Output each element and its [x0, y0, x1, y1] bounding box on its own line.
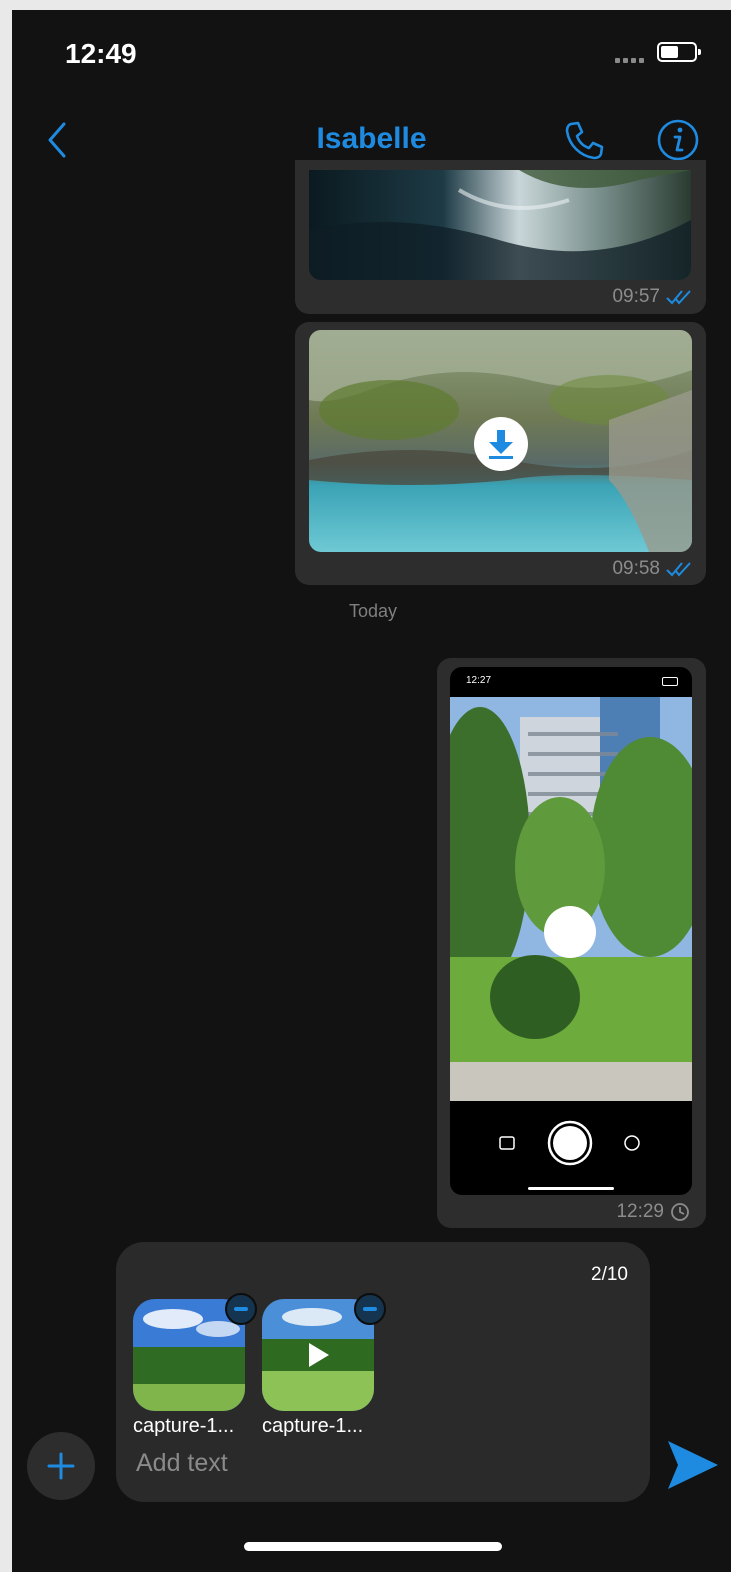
battery-icon: [657, 42, 701, 62]
home-indicator: [244, 1542, 502, 1551]
clock-icon: [671, 1203, 689, 1221]
image-thumbnail[interactable]: [309, 330, 692, 552]
attachment-item[interactable]: capture-1...: [262, 1293, 386, 1438]
message-input[interactable]: [136, 1449, 616, 1478]
message-time: 09:58: [612, 558, 660, 579]
send-button[interactable]: [666, 1438, 720, 1492]
message-bubble[interactable]: 12:27 12:29: [437, 658, 706, 1228]
camera-controls: [499, 1120, 640, 1190]
add-attachment-button[interactable]: [27, 1432, 95, 1500]
double-check-icon: [666, 562, 691, 577]
screenshot-thumbnail[interactable]: 12:27: [450, 667, 692, 1195]
message-time: 12:29: [616, 1201, 664, 1222]
status-time: 12:49: [65, 38, 137, 69]
remove-attachment-button[interactable]: [225, 1293, 257, 1325]
message-time: 09:57: [612, 286, 660, 307]
minus-icon: [234, 1307, 248, 1311]
plus-icon: [47, 1452, 75, 1480]
download-button[interactable]: [474, 417, 528, 471]
video-thumbnail[interactable]: [309, 170, 691, 280]
message-bubble[interactable]: 09:57: [295, 160, 706, 314]
attachment-counter: 2/10: [591, 1264, 628, 1285]
attachment-name: capture-1...: [262, 1415, 364, 1437]
remove-attachment-button[interactable]: [354, 1293, 386, 1325]
inner-status-time: 12:27: [466, 675, 492, 686]
inner-battery-icon: [662, 677, 678, 686]
message-meta: 09:57: [612, 286, 692, 308]
date-separator: Today: [348, 601, 398, 621]
phone-screen: 12:49 Isabelle 09:57 09:58 Today 12:27 1…: [12, 10, 731, 1572]
minus-icon: [363, 1307, 377, 1311]
info-icon: [657, 119, 699, 161]
message-bubble[interactable]: 09:58: [295, 322, 706, 585]
double-check-icon: [666, 290, 691, 305]
message-meta: 12:29: [616, 1201, 690, 1223]
call-button[interactable]: [560, 116, 608, 164]
send-icon: [668, 1441, 718, 1489]
attachment-item[interactable]: capture-1...: [133, 1293, 257, 1438]
signal-icon: [615, 58, 644, 63]
message-composer: 2/10 capture-1... capture-1... Add text: [116, 1242, 650, 1502]
park-camera-preview: [450, 697, 692, 1101]
contact-name[interactable]: Isabelle: [12, 122, 731, 156]
water-reflection-image: [309, 170, 691, 280]
download-icon: [489, 430, 513, 459]
info-button[interactable]: [654, 116, 702, 164]
message-meta: 09:58: [612, 558, 692, 580]
phone-icon: [565, 121, 604, 160]
attachment-name: capture-1...: [133, 1415, 235, 1437]
